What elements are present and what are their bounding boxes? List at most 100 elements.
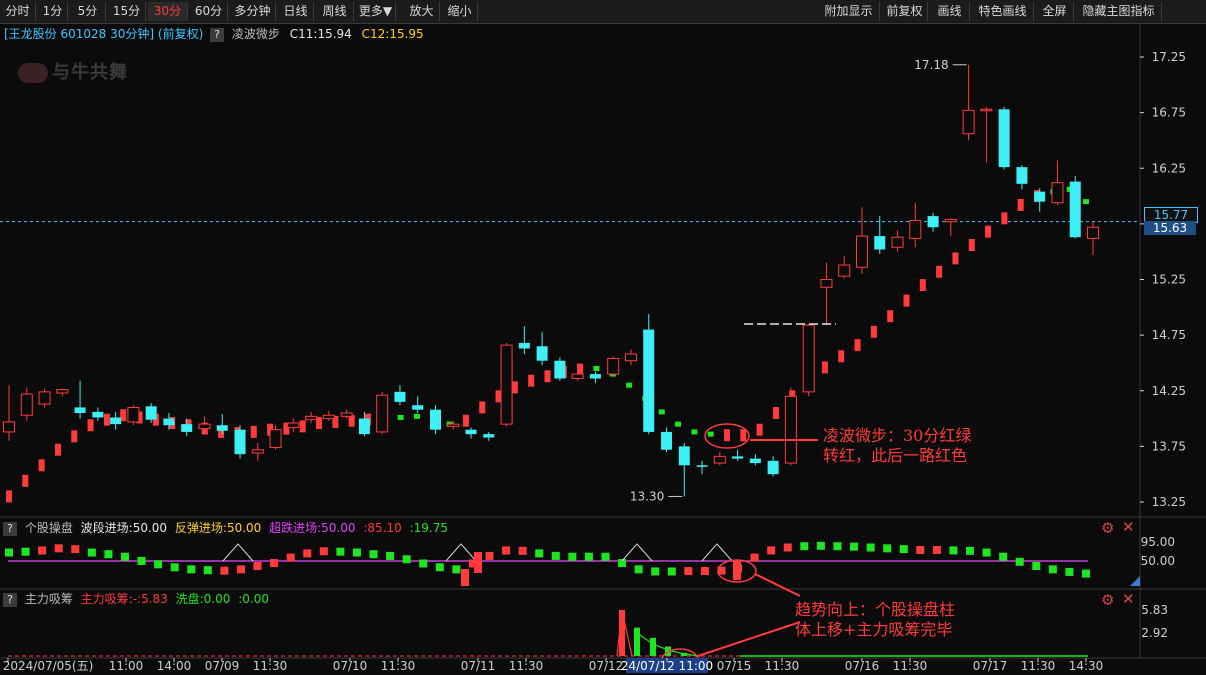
candle-body	[855, 235, 868, 268]
candle-body	[110, 417, 122, 425]
panel1-bar	[38, 546, 47, 555]
panel1-bar	[5, 548, 13, 557]
lingbo-marker	[870, 325, 877, 338]
panel1-bar	[474, 552, 482, 573]
panel1-triangle	[222, 543, 254, 562]
lingbo-marker	[299, 420, 306, 433]
candle-body	[181, 424, 193, 432]
candle-body	[20, 393, 33, 416]
lingbo-marker	[821, 361, 828, 374]
panel1-scroll-icon	[1130, 576, 1140, 586]
candle-body	[340, 412, 353, 417]
panel1-close-icon[interactable]: ✕	[1122, 518, 1135, 536]
candle-body	[198, 423, 211, 430]
panel1-l5: :19.75	[409, 521, 449, 535]
help-icon[interactable]: ?	[3, 592, 17, 607]
panel1-bar	[336, 547, 345, 556]
candle-body	[944, 218, 957, 223]
lingbo-marker	[413, 413, 420, 419]
panel1-bar	[386, 551, 395, 560]
lingbo-marker	[707, 431, 714, 437]
panel1-bar	[551, 551, 560, 560]
panel1-bar	[601, 552, 610, 561]
candle-body	[980, 108, 993, 112]
candle-body	[376, 394, 389, 433]
panel1-bar	[899, 545, 908, 554]
lingbo-marker	[1001, 212, 1008, 225]
lingbo-marker	[528, 374, 535, 387]
panel1-bar	[236, 565, 245, 574]
candle-body	[483, 434, 495, 438]
panel1-bar	[1082, 569, 1090, 578]
panel1-bar	[1065, 567, 1074, 576]
candle-body	[624, 353, 637, 362]
candle-body	[429, 409, 441, 430]
panel2-l1b: :5.83	[137, 592, 168, 606]
lingbo-marker	[658, 409, 665, 415]
panel1-settings-icon[interactable]: ⚙	[1101, 519, 1114, 537]
panel1-bar	[634, 565, 643, 574]
candle-body	[518, 342, 530, 349]
candle-body	[696, 465, 708, 467]
annotation-trend-line2: 体上移+主力吸筹完毕	[795, 620, 953, 639]
panel1-bar	[916, 546, 925, 554]
lingbo-marker	[38, 459, 45, 472]
panel1-header: ? 个股操盘 波段进场:50.00 反弹进场:50.00 超跌进场:50.00 …	[0, 519, 448, 537]
candle-body	[1016, 167, 1028, 184]
panel1-name: 个股操盘	[24, 521, 73, 535]
lingbo-marker	[397, 414, 404, 420]
lingbo-marker	[6, 490, 12, 503]
candle-body	[447, 423, 460, 427]
panel1-bar	[966, 546, 975, 555]
lingbo-marker	[903, 294, 910, 307]
candle-body	[394, 391, 406, 402]
panel2-close-icon[interactable]: ✕	[1122, 590, 1135, 608]
panel1-bar	[866, 543, 875, 552]
panel1-bar	[833, 542, 842, 551]
candle-body	[74, 407, 86, 413]
lingbo-marker	[952, 252, 959, 265]
candle-body	[1034, 191, 1046, 202]
price-label: 14.25	[1152, 384, 1186, 398]
lingbo-marker	[772, 407, 779, 419]
candle-body	[874, 236, 886, 250]
lingbo-marker	[250, 425, 257, 438]
panel2-l3: :0.00	[238, 592, 269, 606]
candle-body	[234, 429, 246, 455]
help-icon[interactable]: ?	[3, 521, 17, 536]
lingbo-marker	[1017, 198, 1024, 211]
panel1-bar	[352, 548, 361, 557]
price-label: 17.25	[1152, 50, 1186, 64]
panel1-l1: 波段进场:50.00	[80, 521, 168, 535]
candle-body	[838, 264, 851, 277]
candle-body	[962, 109, 975, 135]
lingbo-marker	[103, 413, 110, 426]
candle-body	[643, 329, 655, 432]
price-label: 16.75	[1152, 106, 1186, 120]
panel1-bar	[1032, 562, 1041, 570]
candle-body	[287, 422, 300, 428]
panel1-bar	[303, 549, 312, 558]
lingbo-marker	[71, 430, 78, 443]
lingbo-marker	[936, 265, 943, 278]
panel1-bar	[187, 565, 196, 574]
panel1-bar	[1015, 557, 1024, 566]
annotation-trend: 趋势向上：个股操盘柱 体上移+主力吸筹完毕	[795, 600, 955, 640]
candle-body	[38, 391, 51, 405]
candle-body	[784, 395, 797, 464]
candle-body	[767, 460, 779, 475]
lingbo-marker	[854, 339, 861, 352]
panel1-bar	[816, 541, 825, 550]
price-label: 15.25	[1152, 273, 1186, 287]
candle-body	[305, 415, 318, 421]
time-label: 2024/07/05(五)	[3, 659, 94, 673]
panel2-settings-icon[interactable]: ⚙	[1101, 591, 1114, 609]
lingbo-marker	[511, 381, 518, 394]
panel1-triangle	[621, 543, 653, 562]
panel1-bar	[999, 552, 1008, 561]
panel1-bar	[982, 548, 991, 557]
kline-chart[interactable]: 17.2516.7516.2515.7515.2514.7514.2513.75…	[0, 0, 1206, 675]
panel2-bar	[650, 637, 656, 656]
candle-body	[820, 279, 833, 288]
lingbo-marker	[740, 429, 747, 442]
